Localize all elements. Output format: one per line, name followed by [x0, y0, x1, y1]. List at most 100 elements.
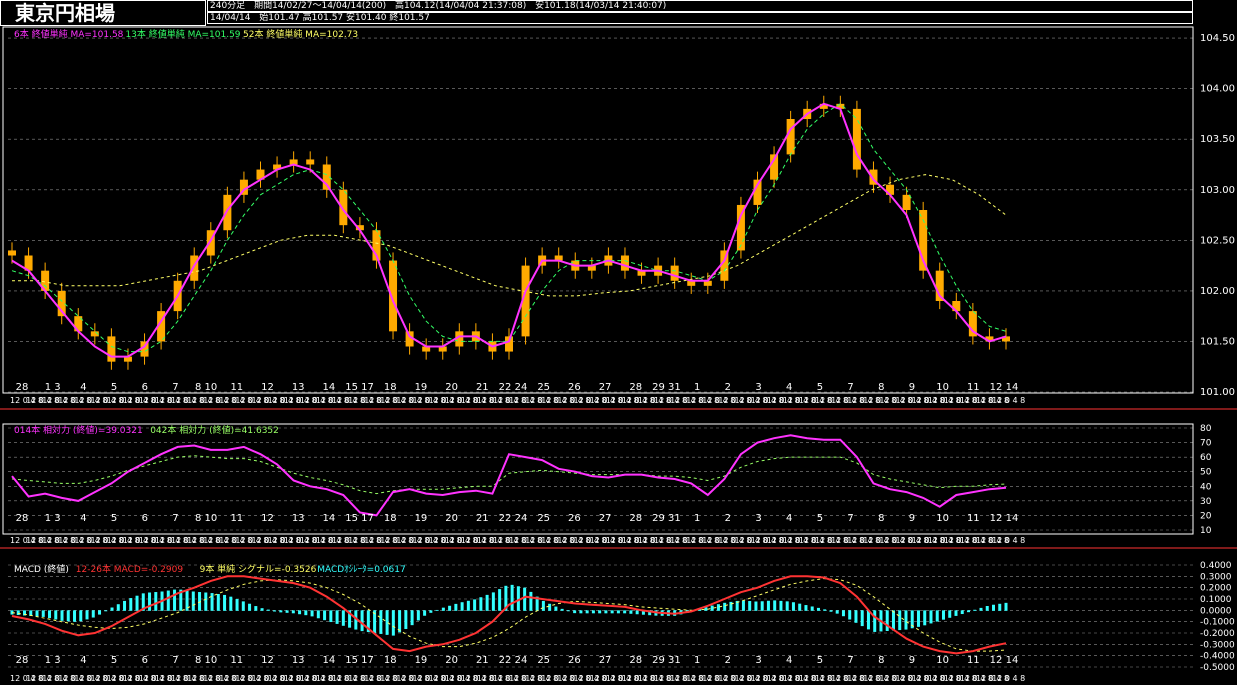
macd-ytick-label: -0.4000 [1200, 652, 1235, 662]
macd-histogram-bar [54, 610, 58, 620]
macd-histogram-bar [716, 604, 720, 611]
x-tick-label: 25 [537, 655, 550, 666]
macd-histogram-bar [941, 610, 945, 620]
x-tick-label: 7 [847, 513, 853, 524]
macd-histogram-bar [779, 600, 783, 611]
x-tick-label: 4 [786, 382, 792, 393]
x-tick-label: 10 [936, 655, 949, 666]
x-tick-label: 15 17 [345, 513, 374, 524]
macd-histogram-bar [804, 605, 808, 611]
macd-histogram-bar [91, 610, 95, 618]
macd-histogram-bar [254, 606, 258, 611]
x-tick-label: 7 [847, 382, 853, 393]
rsi-legend-item: 042本 相対力 (終値)=41.6352 [150, 424, 279, 436]
macd-histogram-bar [848, 610, 852, 620]
macd-histogram-bar [916, 610, 920, 627]
x-tick-label: 14 [323, 382, 336, 393]
macd-histogram-bar [329, 610, 333, 623]
x-tick-label: 8 [878, 655, 884, 666]
macd-histogram-bar [891, 610, 895, 631]
macd-histogram-bar [279, 610, 283, 613]
macd-histogram-bar [491, 592, 495, 611]
macd-histogram-bar [885, 610, 889, 631]
macd-ytick-label: -0.2000 [1200, 629, 1235, 639]
macd-histogram-bar [173, 589, 177, 611]
x-tick-label: 8 10 [195, 655, 217, 666]
x-tick-label: 29 31 [652, 513, 681, 524]
x-tick-label: 9 [909, 513, 915, 524]
time-tick-label: 12 0 4 8 [992, 396, 1025, 405]
x-tick-label: 12 14 [990, 655, 1019, 666]
macd-histogram-bar [404, 610, 408, 630]
x-tick-label: 2 [725, 513, 731, 524]
rsi-ytick-label: 50 [1200, 468, 1212, 478]
macd-histogram-bar [435, 609, 439, 611]
candle-body [8, 250, 16, 256]
macd-histogram-bar [616, 610, 620, 614]
macd-histogram-bar [610, 610, 614, 614]
macd-histogram-bar [35, 610, 39, 617]
macd-histogram-bar [485, 594, 489, 611]
macd-histogram-bar [591, 610, 595, 614]
x-tick-label: 21 [476, 382, 489, 393]
x-tick-label: 7 [172, 513, 178, 524]
macd-histogram-bar [560, 608, 564, 611]
macd-histogram-bar [429, 610, 433, 613]
macd-histogram-bar [579, 610, 583, 614]
macd-histogram-bar [741, 600, 745, 611]
x-tick-label: 5 [111, 382, 117, 393]
x-tick-label: 7 [847, 655, 853, 666]
price-ytick-label: 104.00 [1200, 84, 1235, 95]
candle-body [902, 194, 911, 210]
macd-histogram-bar [554, 606, 558, 611]
macd-histogram-bar [748, 601, 752, 611]
macd-histogram-bar [929, 610, 933, 624]
x-tick-label: 1 [694, 655, 700, 666]
macd-histogram-bar [985, 606, 989, 611]
macd-histogram-bar [473, 599, 477, 611]
macd-histogram-bar [341, 610, 345, 626]
macd-histogram-bar [216, 594, 220, 611]
macd-histogram-bar [860, 610, 864, 627]
rsi42-line [11, 455, 1007, 495]
x-tick-label: 1 3 [45, 382, 61, 393]
macd-histogram-bar [123, 600, 127, 611]
macd-histogram-bar [391, 610, 395, 636]
macd-histogram-bar [73, 610, 77, 622]
x-tick-label: 10 [936, 513, 949, 524]
macd-histogram-bar [498, 589, 502, 611]
macd-ytick-label: 0.1000 [1200, 595, 1232, 605]
macd-histogram-bar [529, 591, 533, 611]
x-tick-label: 19 [415, 655, 428, 666]
x-tick-label: 27 [599, 513, 612, 524]
x-tick-label: 15 17 [345, 655, 374, 666]
macd-histogram-bar [516, 586, 520, 611]
macd-legend-item: MACDｵｼﾚｰﾀ=0.0617 [317, 564, 406, 575]
x-tick-label: 3 [755, 655, 761, 666]
x-tick-label: 28 [629, 513, 642, 524]
macd-histogram-bar [66, 610, 70, 622]
macd-ytick-label: 0.0000 [1200, 606, 1232, 616]
macd-histogram-bar [548, 603, 552, 611]
macd-histogram-bar [16, 610, 20, 616]
macd-histogram-bar [729, 601, 733, 611]
macd-histogram-bar [791, 602, 795, 611]
x-tick-label: 7 [172, 655, 178, 666]
macd-ytick-label: -0.5000 [1200, 663, 1235, 673]
x-tick-label: 11 [230, 382, 243, 393]
macd-histogram-bar [323, 610, 327, 621]
price-ytick-label: 101.50 [1200, 336, 1235, 347]
x-tick-label: 5 [111, 513, 117, 524]
macd-ytick-label: 0.4000 [1200, 561, 1232, 571]
rsi-ytick-label: 80 [1200, 424, 1212, 434]
x-tick-label: 8 [878, 513, 884, 524]
x-tick-label: 11 [967, 382, 980, 393]
macd-histogram-bar [998, 603, 1002, 611]
candle-body [223, 194, 232, 231]
x-tick-label: 18 [384, 382, 397, 393]
macd-ytick-label: -0.1000 [1200, 618, 1235, 628]
macd-histogram-bar [129, 598, 133, 611]
macd-ytick-label: 0.3000 [1200, 572, 1232, 582]
x-tick-label: 10 [936, 382, 949, 393]
rsi-ytick-label: 40 [1200, 482, 1212, 492]
